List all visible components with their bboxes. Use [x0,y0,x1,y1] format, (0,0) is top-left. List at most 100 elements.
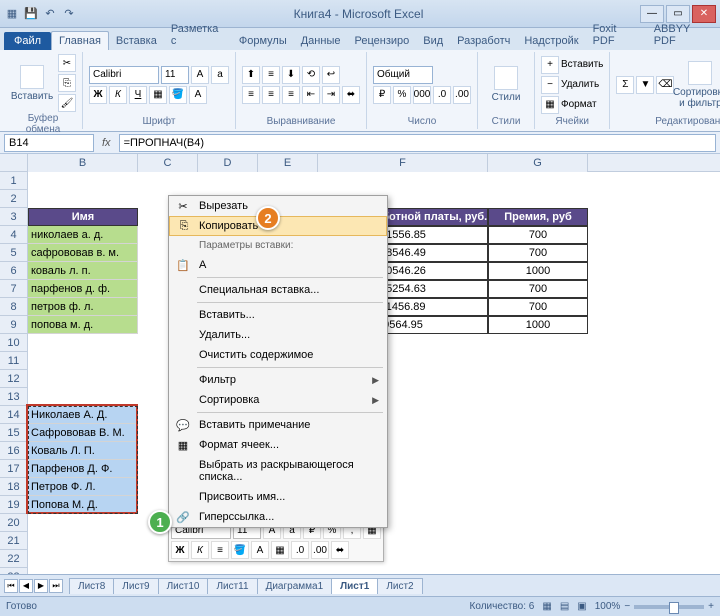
formatpainter-icon[interactable]: 🖌 [58,94,76,112]
sheet-tab[interactable]: Лист9 [113,578,158,594]
fill-color-icon[interactable]: 🪣 [169,86,187,104]
tab-view[interactable]: Вид [416,32,450,50]
mini-fontcolor-icon[interactable]: A [251,541,269,559]
bold-icon[interactable]: Ж [89,86,107,104]
save-icon[interactable]: 💾 [23,6,39,22]
align-right-icon[interactable]: ≡ [282,86,300,104]
name-lower-1[interactable]: сафрововав в. м. [28,244,138,262]
ctx-sort[interactable]: Сортировка▶ [169,390,387,410]
row-12[interactable]: 12 [0,370,28,388]
undo-icon[interactable]: ↶ [42,6,58,22]
sheet-tab[interactable]: Лист2 [377,578,422,594]
number-format[interactable] [373,66,433,84]
autosum-icon[interactable]: Σ [616,76,634,94]
comma-icon[interactable]: 000 [413,86,431,104]
row-6[interactable]: 6 [0,262,28,280]
wrap-icon[interactable]: ↩ [322,66,340,84]
mini-fill-icon[interactable]: 🪣 [231,541,249,559]
name-lower-0[interactable]: николаев а. д. [28,226,138,244]
merge-icon[interactable]: ⬌ [342,86,360,104]
row-19[interactable]: 19 [0,496,28,514]
col-C[interactable]: C [138,154,198,172]
tab-formulas[interactable]: Формулы [232,32,294,50]
row-2[interactable]: 2 [0,190,28,208]
zoom-in-icon[interactable]: + [708,601,714,612]
styles-button[interactable]: Стили [484,64,528,105]
ctx-insert[interactable]: Вставить... [169,305,387,325]
col-G[interactable]: G [488,154,588,172]
bonus-0[interactable]: 700 [488,226,588,244]
ctx-hyperlink[interactable]: 🔗Гиперссылка... [169,507,387,527]
name-proper-2[interactable]: Коваль Л. П. [28,442,138,460]
formula-bar[interactable]: =ПРОПНАЧ(B4) [119,134,716,152]
ctx-comment[interactable]: 💬Вставить примечание [169,415,387,435]
align-mid-icon[interactable]: ≡ [262,66,280,84]
underline-icon[interactable]: Ч [129,86,147,104]
currency-icon[interactable]: ₽ [373,86,391,104]
mini-merge-icon[interactable]: ⬌ [331,541,349,559]
row-1[interactable]: 1 [0,172,28,190]
mini-align-icon[interactable]: ≡ [211,541,229,559]
ctx-format-cells[interactable]: ▦Формат ячеек... [169,435,387,455]
inc-decimal-icon[interactable]: .0 [433,86,451,104]
mini-bold-icon[interactable]: Ж [171,541,189,559]
fill-icon[interactable]: ▼ [636,76,654,94]
name-lower-5[interactable]: попова м. д. [28,316,138,334]
paste-button[interactable]: Вставить [10,63,54,104]
header-name[interactable]: Имя [28,208,138,226]
font-name[interactable] [89,66,159,84]
sheet-tab[interactable]: Лист8 [69,578,114,594]
italic-icon[interactable]: К [109,86,127,104]
bonus-1[interactable]: 700 [488,244,588,262]
name-lower-4[interactable]: петров ф. л. [28,298,138,316]
ctx-delete[interactable]: Удалить... [169,325,387,345]
mini-border-icon[interactable]: ▦ [271,541,289,559]
row-9[interactable]: 9 [0,316,28,334]
row-17[interactable]: 17 [0,460,28,478]
sheet-nav-next[interactable]: ▶ [34,579,48,593]
row-18[interactable]: 18 [0,478,28,496]
align-center-icon[interactable]: ≡ [262,86,280,104]
row-8[interactable]: 8 [0,298,28,316]
align-bot-icon[interactable]: ⬇ [282,66,300,84]
font-size[interactable] [161,66,189,84]
mini-decdec-icon[interactable]: .00 [311,541,329,559]
insert-cells-icon[interactable]: + [541,56,559,74]
tab-insert[interactable]: Вставка [109,32,164,50]
name-proper-1[interactable]: Сафрововав В. М. [28,424,138,442]
sheet-tab[interactable]: Лист10 [158,578,209,594]
select-all-corner[interactable] [0,154,28,172]
format-cells-icon[interactable]: ▦ [541,96,559,114]
name-lower-3[interactable]: парфенов д. ф. [28,280,138,298]
zoom-level[interactable]: 100% [595,601,621,612]
cut-icon[interactable]: ✂ [58,54,76,72]
shrink-font-icon[interactable]: a [211,66,229,84]
align-left-icon[interactable]: ≡ [242,86,260,104]
ctx-clear[interactable]: Очистить содержимое [169,345,387,365]
name-proper-4[interactable]: Петров Ф. Л. [28,478,138,496]
name-proper-0[interactable]: Николаев А. Д. [28,406,138,424]
row-3[interactable]: 3 [0,208,28,226]
ctx-filter[interactable]: Фильтр▶ [169,370,387,390]
dec-decimal-icon[interactable]: .00 [453,86,471,104]
zoom-out-icon[interactable]: − [624,601,630,612]
row-13[interactable]: 13 [0,388,28,406]
sheet-tab-active[interactable]: Лист1 [331,578,378,594]
fx-icon[interactable]: fx [102,137,111,149]
tab-foxit[interactable]: Foxit PDF [586,20,647,50]
row-16[interactable]: 16 [0,442,28,460]
row-20[interactable]: 20 [0,514,28,532]
row-11[interactable]: 11 [0,352,28,370]
view-layout-icon[interactable]: ▤ [560,601,569,612]
percent-icon[interactable]: % [393,86,411,104]
delete-cells-icon[interactable]: − [541,76,559,94]
ctx-define-name[interactable]: Присвоить имя... [169,487,387,507]
tab-review[interactable]: Рецензиро [347,32,416,50]
col-B[interactable]: B [28,154,138,172]
indent-inc-icon[interactable]: ⇥ [322,86,340,104]
grow-font-icon[interactable]: A [191,66,209,84]
col-D[interactable]: D [198,154,258,172]
redo-icon[interactable]: ↷ [61,6,77,22]
copy-icon[interactable]: ⎘ [58,74,76,92]
bonus-3[interactable]: 700 [488,280,588,298]
